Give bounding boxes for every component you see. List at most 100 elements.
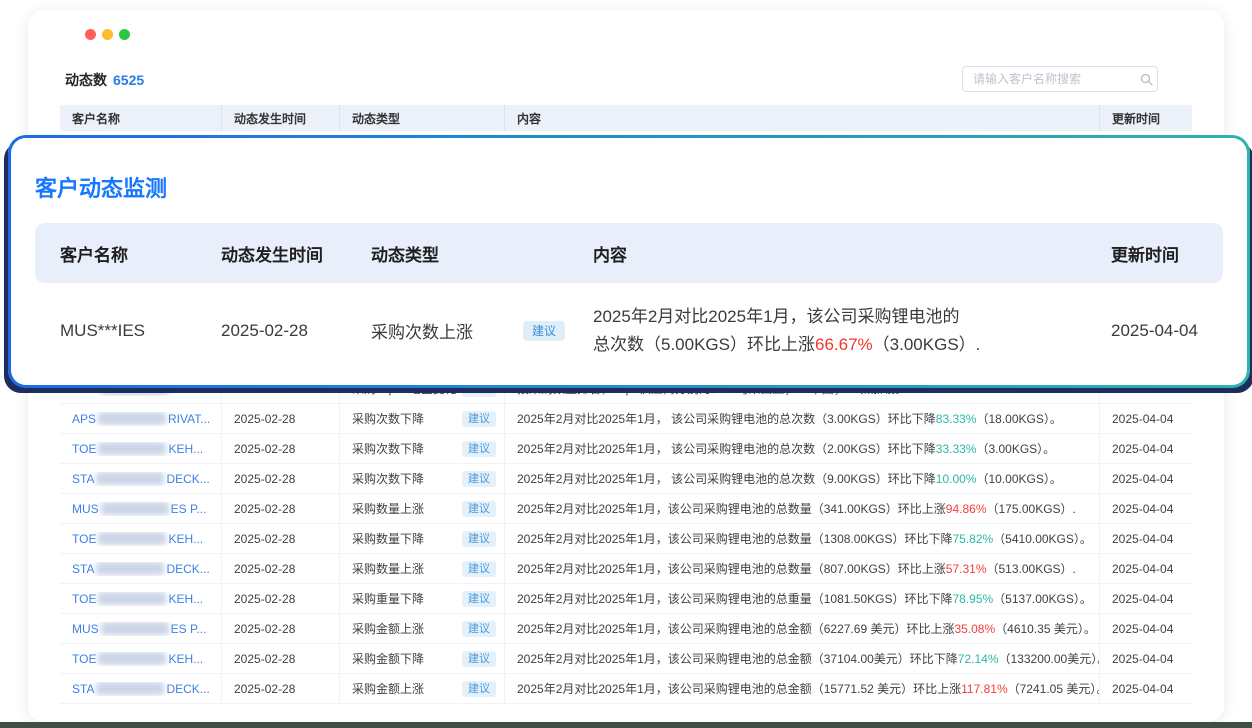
header-content: 内容 xyxy=(505,105,1100,131)
table-row[interactable]: TOEKEH... 2025-02-28 采购金额下降 建议 2025年2月对比… xyxy=(60,644,1192,674)
table-row[interactable]: APSRIVAT... 2025-02-28 采购次数下降 建议 2025年2月… xyxy=(60,404,1192,434)
card-header-customer-name: 客户名称 xyxy=(60,241,221,266)
event-date: 2025-02-28 xyxy=(222,644,340,673)
window-controls xyxy=(85,29,130,40)
card-content-line1: 2025年2月对比2025年1月，该公司采购锂电池的 xyxy=(593,307,960,326)
update-date: 2025-04-04 xyxy=(1100,674,1192,703)
event-content: 2025年2月对比2025年1月，该公司采购锂电池的总金额（6227.69 美元… xyxy=(505,614,1100,643)
customer-name-link[interactable]: STADECK... xyxy=(72,562,210,576)
card-suggestion-badge: 建议 xyxy=(523,321,565,341)
redacted-name-blur xyxy=(101,622,169,635)
table-row[interactable]: TOEKEH... 2025-02-28 采购次数下降 建议 2025年2月对比… xyxy=(60,434,1192,464)
table-row[interactable]: MUSES P... 2025-02-28 采购金额上涨 建议 2025年2月对… xyxy=(60,614,1192,644)
suggestion-badge: 建议 xyxy=(462,621,496,637)
table-header: 客户名称 动态发生时间 动态类型 内容 更新时间 xyxy=(60,105,1192,131)
customer-name-link[interactable]: STADECK... xyxy=(72,682,210,696)
suggestion-badge: 建议 xyxy=(462,681,496,697)
update-date: 2025-04-04 xyxy=(1100,494,1192,523)
event-type: 采购数量下降 xyxy=(352,530,424,547)
event-date: 2025-02-28 xyxy=(222,464,340,493)
event-type: 采购数量上涨 xyxy=(352,500,424,517)
update-date: 2025-04-04 xyxy=(1100,404,1192,433)
table-body: MUSS P... 2025-02-28 采购Top10地区变化 建议 按采购数… xyxy=(60,374,1192,704)
redacted-name-blur xyxy=(96,562,164,575)
event-date: 2025-02-28 xyxy=(222,674,340,703)
redacted-name-blur xyxy=(98,652,166,665)
suggestion-badge: 建议 xyxy=(462,411,496,427)
customer-name-link[interactable]: TOEKEH... xyxy=(72,442,203,456)
event-content: 2025年2月对比2025年1月， 该公司采购锂电池的总次数（2.00KGS）环… xyxy=(505,434,1100,463)
suggestion-badge: 建议 xyxy=(462,531,496,547)
table-row[interactable]: STADECK... 2025-02-28 采购金额上涨 建议 2025年2月对… xyxy=(60,674,1192,704)
suggestion-badge: 建议 xyxy=(462,651,496,667)
customer-name-link[interactable]: TOEKEH... xyxy=(72,652,203,666)
card-table-header: 客户名称 动态发生时间 动态类型 内容 更新时间 xyxy=(35,223,1223,283)
page-bottom-edge xyxy=(0,722,1252,728)
redacted-name-blur xyxy=(98,412,166,425)
table-row[interactable]: TOEKEH... 2025-02-28 采购重量下降 建议 2025年2月对比… xyxy=(60,584,1192,614)
toolbar: 动态数 6525 xyxy=(60,66,1192,94)
customer-name-link[interactable]: APSRIVAT... xyxy=(72,412,210,426)
event-content: 2025年2月对比2025年1月，该公司采购锂电池的总金额（15771.52 美… xyxy=(505,674,1100,703)
suggestion-badge: 建议 xyxy=(462,471,496,487)
card-content-before: 总次数（5.00KGS）环比上涨 xyxy=(593,335,815,354)
dynamics-table: 客户名称 动态发生时间 动态类型 内容 更新时间 MUSS P... 2025-… xyxy=(60,105,1192,131)
customer-name-link[interactable]: MUSES P... xyxy=(72,622,206,636)
event-type: 采购金额下降 xyxy=(352,650,424,667)
dynamics-count-label: 动态数 xyxy=(65,72,107,88)
customer-name-link[interactable]: MUSES P... xyxy=(72,502,206,516)
event-type: 采购重量下降 xyxy=(352,590,424,607)
update-date: 2025-04-04 xyxy=(1100,614,1192,643)
event-content: 2025年2月对比2025年1月，该公司采购锂电池的总数量（807.00KGS）… xyxy=(505,554,1100,583)
customer-name-link[interactable]: TOEKEH... xyxy=(72,532,203,546)
update-date: 2025-04-04 xyxy=(1100,644,1192,673)
redacted-name-blur xyxy=(96,682,164,695)
table-row[interactable]: TOEKEH... 2025-02-28 采购数量下降 建议 2025年2月对比… xyxy=(60,524,1192,554)
event-date: 2025-02-28 xyxy=(222,524,340,553)
table-row[interactable]: STADECK... 2025-02-28 采购数量上涨 建议 2025年2月对… xyxy=(60,554,1192,584)
event-type: 采购数量上涨 xyxy=(352,560,424,577)
search-icon[interactable] xyxy=(1135,73,1157,86)
event-date: 2025-02-28 xyxy=(222,404,340,433)
event-content: 2025年2月对比2025年1月，该公司采购锂电池的总数量（341.00KGS）… xyxy=(505,494,1100,523)
card-header-event-type: 动态类型 xyxy=(371,241,593,266)
dynamics-count: 动态数 6525 xyxy=(65,70,144,90)
redacted-name-blur xyxy=(101,502,169,515)
table-row[interactable]: MUSES P... 2025-02-28 采购数量上涨 建议 2025年2月对… xyxy=(60,494,1192,524)
event-date: 2025-02-28 xyxy=(222,554,340,583)
dynamics-count-value: 6525 xyxy=(113,72,144,88)
event-content: 2025年2月对比2025年1月， 该公司采购锂电池的总次数（3.00KGS）环… xyxy=(505,404,1100,433)
update-date: 2025-04-04 xyxy=(1100,464,1192,493)
card-event-type: 采购次数上涨 xyxy=(371,318,473,343)
update-date: 2025-04-04 xyxy=(1100,554,1192,583)
customer-name-link[interactable]: TOEKEH... xyxy=(72,592,203,606)
close-button[interactable] xyxy=(85,29,96,40)
redacted-name-blur xyxy=(96,472,164,485)
card-customer-name: MUS***IES xyxy=(60,321,221,341)
redacted-name-blur xyxy=(98,592,166,605)
suggestion-badge: 建议 xyxy=(462,441,496,457)
redacted-name-blur xyxy=(98,532,166,545)
card-header-update-time: 更新时间 xyxy=(1111,241,1223,266)
customer-dynamics-monitor-card: 客户动态监测 客户名称 动态发生时间 动态类型 内容 更新时间 MUS***IE… xyxy=(8,135,1250,388)
card-header-content: 内容 xyxy=(593,241,1111,266)
event-date: 2025-02-28 xyxy=(222,584,340,613)
card-event-content: 2025年2月对比2025年1月，该公司采购锂电池的 总次数（5.00KGS）环… xyxy=(593,303,1111,359)
card-event-date: 2025-02-28 xyxy=(221,321,371,341)
search-input[interactable] xyxy=(963,67,1135,91)
update-date: 2025-04-04 xyxy=(1100,584,1192,613)
update-date: 2025-04-04 xyxy=(1100,434,1192,463)
update-date: 2025-04-04 xyxy=(1100,524,1192,553)
customer-name-link[interactable]: STADECK... xyxy=(72,472,210,486)
minimize-button[interactable] xyxy=(102,29,113,40)
table-row[interactable]: STADECK... 2025-02-28 采购次数下降 建议 2025年2月对… xyxy=(60,464,1192,494)
header-customer-name: 客户名称 xyxy=(60,105,222,131)
zoom-button[interactable] xyxy=(119,29,130,40)
card-title: 客户动态监测 xyxy=(35,171,167,203)
event-type: 采购金额上涨 xyxy=(352,620,424,637)
card-content-after: （3.00KGS）. xyxy=(873,335,981,354)
suggestion-badge: 建议 xyxy=(462,591,496,607)
suggestion-badge: 建议 xyxy=(462,561,496,577)
event-content: 2025年2月对比2025年1月，该公司采购锂电池的总数量（1308.00KGS… xyxy=(505,524,1100,553)
header-event-time: 动态发生时间 xyxy=(222,105,340,131)
